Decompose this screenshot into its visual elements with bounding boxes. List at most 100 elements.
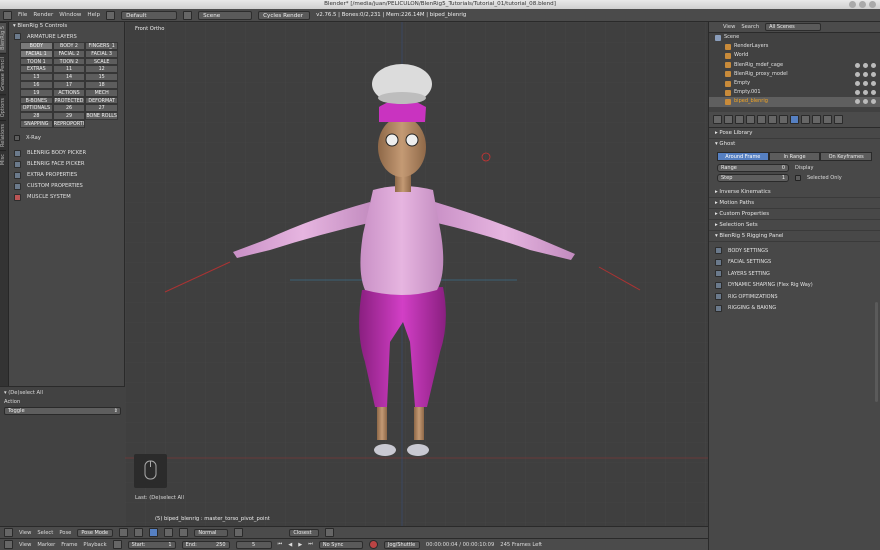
eye-icon[interactable] <box>855 71 860 77</box>
physics-tab-icon[interactable] <box>834 115 843 124</box>
layer-button[interactable]: 14 <box>52 73 86 81</box>
layer-button[interactable]: MECH <box>85 88 118 97</box>
object-tab-icon[interactable] <box>757 115 766 124</box>
tab-grease-pencil[interactable]: Grease Pencil <box>0 52 6 94</box>
outliner-menu-search[interactable]: Search <box>741 24 759 30</box>
layer-button[interactable]: FACIAL 1 <box>20 49 53 58</box>
visibility-toggles[interactable] <box>855 62 880 68</box>
keying-set-select[interactable]: Jog/Shuttle <box>383 540 420 549</box>
range-field[interactable]: Range 0 <box>717 164 789 172</box>
layer-button[interactable]: BODY <box>20 42 53 50</box>
ghost-on-keyframes[interactable]: On Keyframes <box>820 152 873 161</box>
visibility-toggles[interactable] <box>855 99 880 105</box>
camera-icon[interactable] <box>871 90 876 96</box>
visibility-toggles[interactable] <box>855 90 880 96</box>
layer-button[interactable]: 28 <box>20 112 53 120</box>
timeline-menu-frame[interactable]: Frame <box>61 542 77 548</box>
tab-blenrig[interactable]: BlenRig 5 <box>0 22 6 53</box>
ghost-around-frame[interactable]: Around Frame <box>717 152 769 161</box>
rigging-panel-item[interactable]: RIG OPTIMIZATIONS <box>709 291 880 303</box>
manipulator-icon[interactable] <box>149 528 159 537</box>
layer-button[interactable]: FINGERS_1 <box>85 42 118 50</box>
visibility-toggles[interactable] <box>855 71 880 77</box>
screen-layout-icon[interactable] <box>106 10 116 20</box>
menu-window[interactable]: Window <box>59 12 81 18</box>
action-dropdown[interactable]: Toggle <box>4 407 121 415</box>
layer-button[interactable]: 29 <box>52 112 86 120</box>
eye-icon[interactable] <box>855 90 860 96</box>
cursor-icon[interactable] <box>863 99 868 105</box>
menu-help[interactable]: Help <box>87 12 100 18</box>
tab-misc[interactable]: Misc <box>0 149 6 169</box>
modifiers-tab-icon[interactable] <box>779 115 788 124</box>
section-ghost[interactable]: ▾ Ghost <box>709 139 880 150</box>
preview-range-icon[interactable] <box>112 540 122 549</box>
mode-select[interactable]: Pose Mode <box>77 528 114 537</box>
outliner-item[interactable]: Scene <box>709 33 880 42</box>
blenrig-tool-item[interactable]: BLENRIG BODY PICKER <box>9 148 124 159</box>
menu-select[interactable]: Select <box>37 530 53 536</box>
ghost-in-range[interactable]: In Range <box>768 152 821 161</box>
blenrig-tool-item[interactable]: BLENRIG FACE PICKER <box>9 159 124 170</box>
layer-button[interactable]: TOON 1 <box>20 57 53 66</box>
layer-button[interactable]: SCALE <box>85 57 118 66</box>
sync-select[interactable]: No Sync <box>318 540 363 549</box>
layer-button[interactable]: 15 <box>85 73 118 81</box>
orientation-select[interactable]: Normal <box>194 528 229 537</box>
property-section-header[interactable]: ▸ Selection Sets <box>709 220 880 231</box>
rotate-icon[interactable] <box>179 528 189 537</box>
outliner-item[interactable]: biped_blenrig <box>709 97 880 107</box>
layer-button[interactable]: ACTIONS <box>52 88 86 97</box>
jump-end-icon[interactable]: ⏭ <box>308 541 313 548</box>
rigging-panel-item[interactable]: RIGGING & BAKING <box>709 303 880 315</box>
panel-header-blenrig-controls[interactable]: ▾ BlenRig 5 Controls <box>9 22 124 31</box>
layers-tab-icon[interactable] <box>724 115 733 124</box>
camera-icon[interactable] <box>871 71 876 77</box>
eye-icon[interactable] <box>855 99 860 105</box>
layer-button[interactable]: FACIAL 3 <box>85 49 118 58</box>
bone-tab-icon[interactable] <box>801 115 810 124</box>
tab-options[interactable]: Options <box>0 93 6 121</box>
end-frame-field[interactable]: End: 250 <box>181 540 230 549</box>
texture-tab-icon[interactable] <box>823 115 832 124</box>
outliner-item[interactable]: Empty <box>709 79 880 88</box>
layer-button[interactable]: OPTIONALS <box>20 104 53 113</box>
cursor-icon[interactable] <box>863 81 868 87</box>
layer-button[interactable]: B-BONES <box>20 96 53 105</box>
layer-button[interactable]: 27 <box>85 104 118 113</box>
editor-type-icon[interactable] <box>3 10 12 20</box>
layer-button[interactable]: 11 <box>52 65 86 74</box>
3d-view-editor-icon[interactable] <box>4 528 13 537</box>
rigging-panel-item[interactable]: DYNAMIC SHAPING (Flex Rig Way) <box>709 280 880 292</box>
snap-target-select[interactable]: Closest <box>289 528 320 537</box>
property-section-header[interactable]: ▾ BlenRig 5 Rigging Panel <box>709 231 880 242</box>
layer-button[interactable]: EXTRAS <box>20 65 53 74</box>
render-engine-select[interactable]: Cycles Render <box>258 10 311 20</box>
layer-button[interactable]: FACIAL 2 <box>52 49 86 58</box>
timeline-editor-icon[interactable] <box>4 540 13 549</box>
layer-button[interactable]: 16 <box>20 80 53 89</box>
layer-button[interactable]: TOON 2 <box>52 57 86 66</box>
rigging-panel-item[interactable]: BODY SETTINGS <box>709 245 880 257</box>
layer-button[interactable]: 18 <box>85 80 118 89</box>
armature-data-tab-icon[interactable] <box>790 115 799 124</box>
section-pose-library[interactable]: ▸ Pose Library <box>709 128 880 139</box>
layer-button[interactable]: REPROPORTI <box>52 119 86 128</box>
layer-button[interactable]: SNAPPING <box>20 119 53 128</box>
menu-render[interactable]: Render <box>33 12 53 18</box>
layer-button[interactable]: 17 <box>52 80 86 89</box>
bone-constraints-tab-icon[interactable] <box>812 115 821 124</box>
scene-select[interactable]: Scene <box>198 10 253 20</box>
play-icon[interactable]: ▶ <box>298 542 302 548</box>
layers-icon[interactable] <box>234 528 244 537</box>
start-frame-field[interactable]: Start: 1 <box>127 540 176 549</box>
layer-button[interactable]: 26 <box>52 104 86 113</box>
3d-viewport[interactable]: Front Ortho Last: (De)select All (5) bip… <box>125 22 708 526</box>
pivot-icon[interactable] <box>134 528 144 537</box>
eye-icon[interactable] <box>855 62 860 68</box>
screen-layout-select[interactable]: Default <box>121 10 178 20</box>
camera-icon[interactable] <box>871 81 876 87</box>
eye-icon[interactable] <box>855 81 860 87</box>
rigging-panel-item[interactable]: FACIAL SETTINGS <box>709 257 880 269</box>
outliner-item[interactable]: RenderLayers <box>709 42 880 51</box>
